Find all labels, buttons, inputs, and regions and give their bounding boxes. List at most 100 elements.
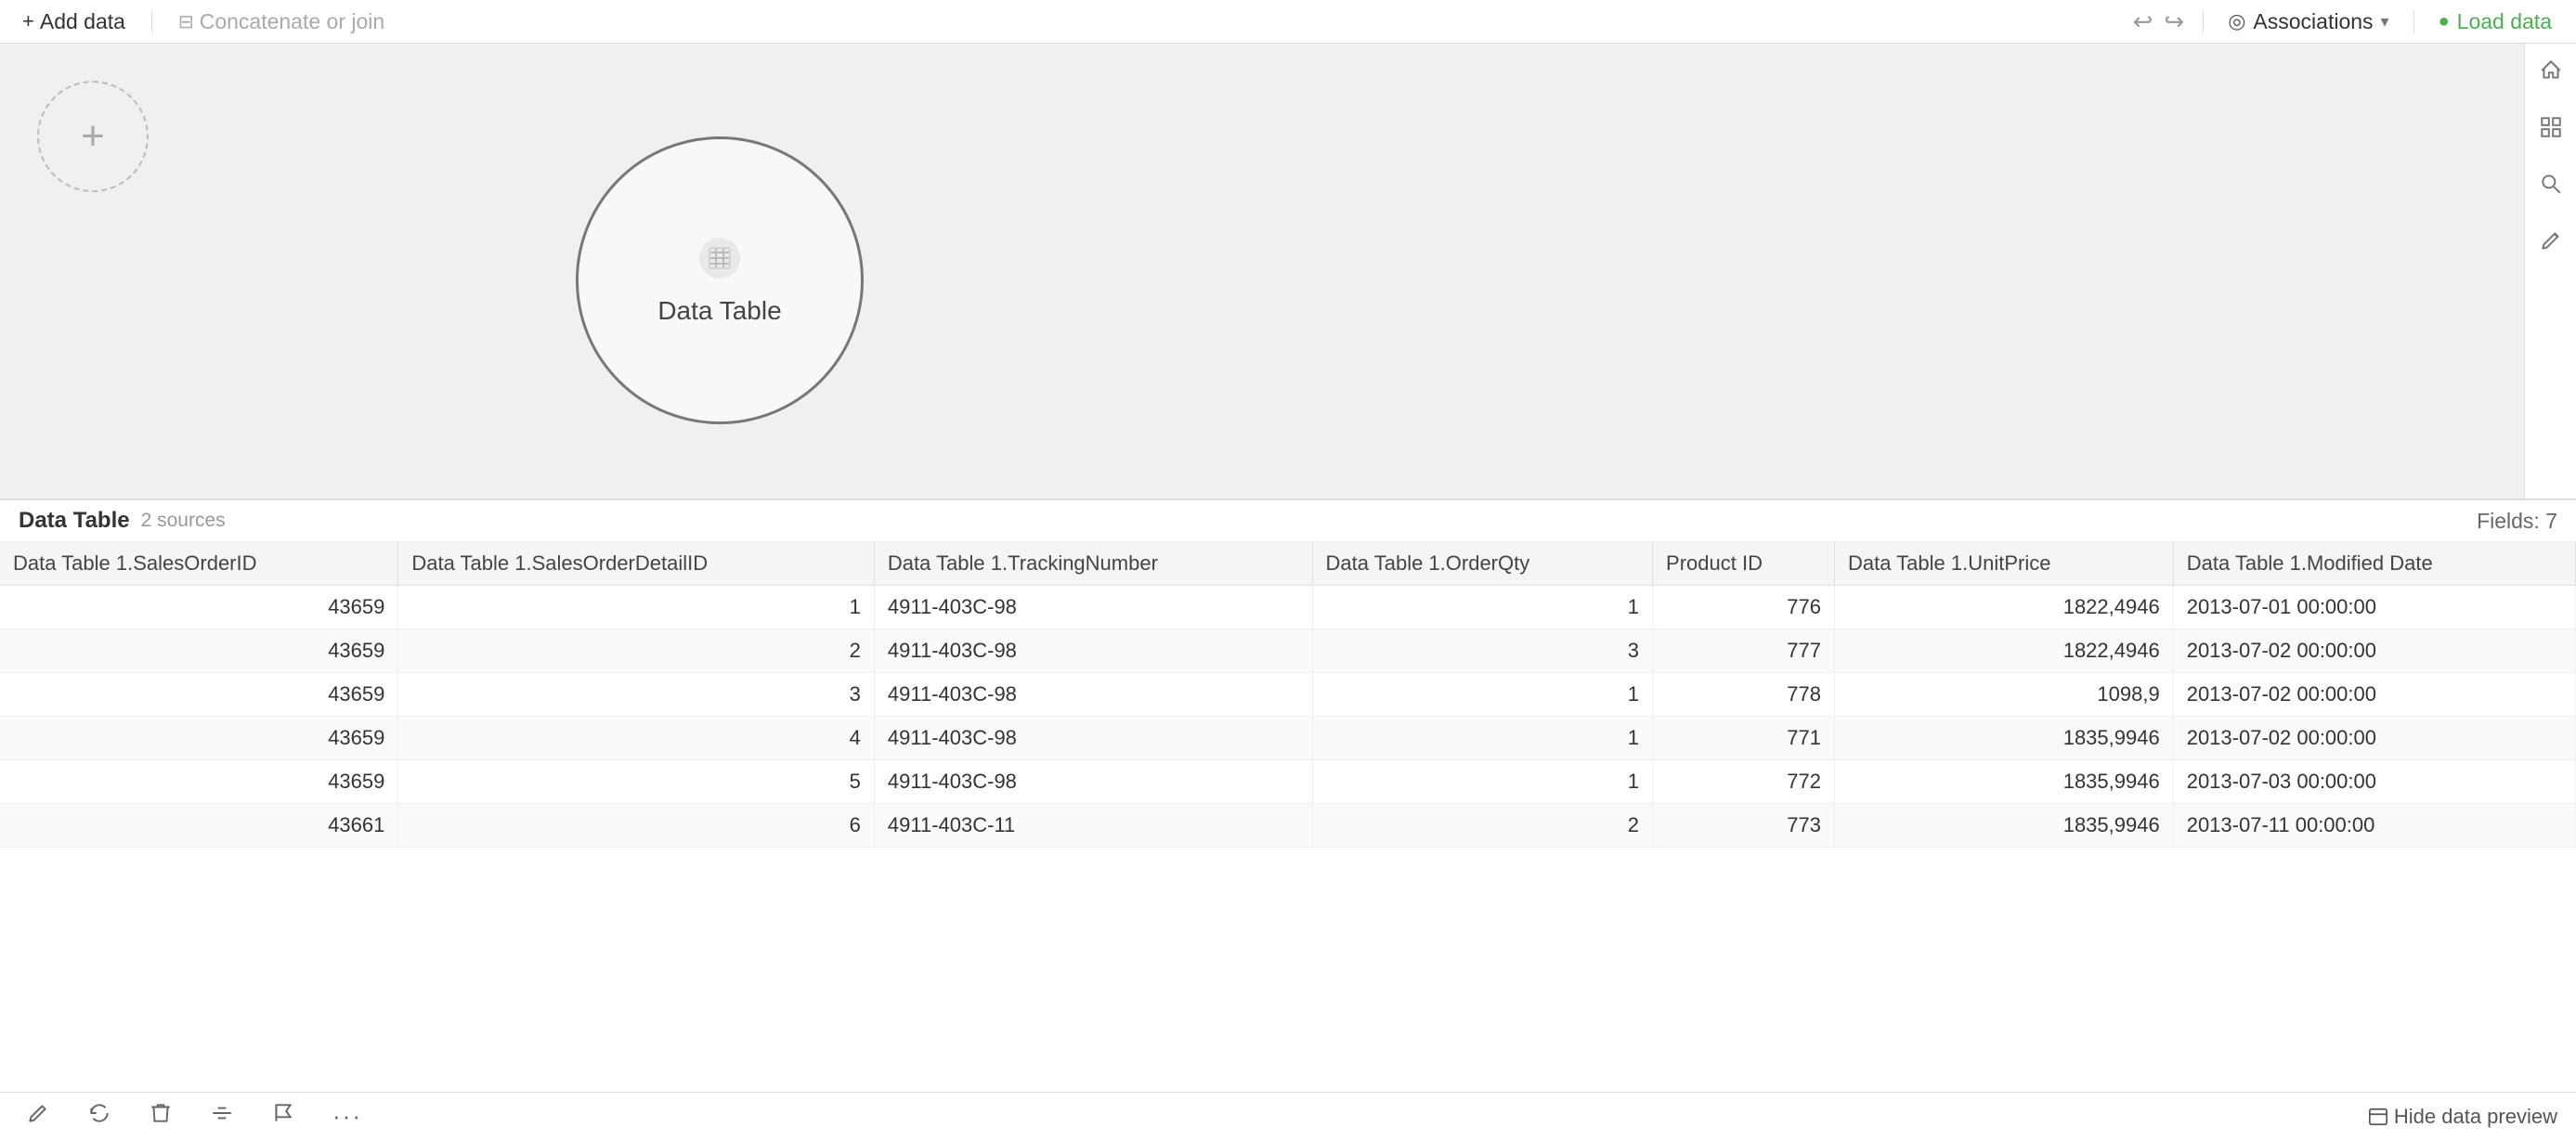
table-body: 4365914911-403C-9817761822,49462013-07-0… — [0, 586, 2576, 848]
table-cell: 4911-403C-98 — [874, 673, 1312, 717]
table-svg-icon — [697, 236, 742, 280]
table-cell: 3 — [1312, 629, 1653, 673]
table-row: 4365924911-403C-9837771822,49462013-07-0… — [0, 629, 2576, 673]
table-cell: 2013-07-02 00:00:00 — [2173, 629, 2575, 673]
redo-button[interactable]: ↪ — [2160, 4, 2188, 40]
search-icon-button[interactable] — [2535, 168, 2567, 206]
add-plus-icon: + — [81, 113, 105, 160]
fields-count-label: Fields: 7 — [2477, 509, 2557, 534]
toolbar-divider-2 — [2203, 10, 2204, 32]
grid-icon-button[interactable] — [2535, 111, 2567, 149]
column-header: Data Table 1.SalesOrderID — [0, 542, 398, 586]
split-icon — [210, 1101, 234, 1125]
table-cell: 4911-403C-98 — [874, 629, 1312, 673]
filter-button[interactable] — [202, 1097, 241, 1135]
table-cell: 1835,9946 — [1834, 717, 2173, 760]
table-cell: 3 — [398, 673, 875, 717]
undo-button[interactable]: ↩ — [2129, 4, 2157, 40]
hide-icon — [2368, 1107, 2388, 1127]
data-table-node-icon — [697, 236, 742, 287]
table-cell: 773 — [1653, 804, 1835, 848]
table-name-label: Data Table — [19, 508, 130, 534]
table-cell: 1 — [1312, 673, 1653, 717]
column-header: Data Table 1.Modified Date — [2173, 542, 2575, 586]
table-cell: 1835,9946 — [1834, 760, 2173, 804]
edit-fields-button[interactable] — [19, 1097, 58, 1135]
plus-icon: + — [22, 9, 34, 33]
table-cell: 43661 — [0, 804, 398, 848]
table-row: 4365914911-403C-9817761822,49462013-07-0… — [0, 586, 2576, 629]
home-icon-button[interactable] — [2535, 55, 2567, 93]
table-cell: 43659 — [0, 717, 398, 760]
table-cell: 1098,9 — [1834, 673, 2173, 717]
table-cell: 4911-403C-98 — [874, 586, 1312, 629]
table-cell: 1822,4946 — [1834, 586, 2173, 629]
table-cell: 4911-403C-98 — [874, 717, 1312, 760]
data-table: Data Table 1.SalesOrderIDData Table 1.Sa… — [0, 542, 2576, 848]
table-row: 4366164911-403C-1127731835,99462013-07-1… — [0, 804, 2576, 848]
table-toolbar-left: ··· — [19, 1097, 370, 1135]
load-data-label: Load data — [2457, 9, 2552, 34]
data-table-container: Data Table 1.SalesOrderIDData Table 1.Sa… — [0, 542, 2576, 1092]
table-cell: 43659 — [0, 760, 398, 804]
concatenate-button[interactable]: ⊟ Concatenate or join — [171, 6, 392, 38]
add-data-circle[interactable]: + — [37, 81, 149, 192]
table-cell: 1 — [1312, 760, 1653, 804]
bottom-panel: Data Table 2 sources Fields: 7 Data Tabl… — [0, 499, 2576, 1140]
hide-preview-button[interactable]: Hide data preview — [2368, 1105, 2557, 1129]
pencil-icon — [2539, 228, 2563, 253]
sources-badge: 2 sources — [141, 510, 226, 532]
table-row: 4365934911-403C-9817781098,92013-07-02 0… — [0, 673, 2576, 717]
pencil-icon-button[interactable] — [2535, 225, 2567, 263]
table-cell: 1835,9946 — [1834, 804, 2173, 848]
concatenate-label: Concatenate or join — [200, 9, 384, 34]
table-cell: 4911-403C-98 — [874, 760, 1312, 804]
edit-icon — [26, 1101, 50, 1125]
add-data-button[interactable]: + Add data — [15, 6, 133, 38]
table-cell: 2013-07-03 00:00:00 — [2173, 760, 2575, 804]
load-data-button[interactable]: ● Load data — [2429, 6, 2561, 38]
refresh-button[interactable] — [80, 1097, 119, 1135]
table-cell: 43659 — [0, 586, 398, 629]
table-cell: 5 — [398, 760, 875, 804]
table-cell: 776 — [1653, 586, 1835, 629]
toolbar-divider-1 — [151, 10, 152, 32]
table-toolbar: ··· Hide data preview — [0, 1092, 2576, 1140]
table-cell: 4911-403C-11 — [874, 804, 1312, 848]
table-cell: 1822,4946 — [1834, 629, 2173, 673]
bottom-panel-header: Data Table 2 sources Fields: 7 — [0, 500, 2576, 542]
home-icon — [2539, 58, 2563, 83]
toolbar-right: ↩ ↪ ◎ Associations ▾ ● Load data — [2129, 4, 2561, 40]
associations-button[interactable]: ◎ Associations ▾ — [2218, 6, 2398, 38]
column-header: Data Table 1.OrderQty — [1312, 542, 1653, 586]
table-cell: 6 — [398, 804, 875, 848]
data-table-node[interactable]: Data Table — [576, 136, 864, 424]
refresh-icon — [87, 1101, 111, 1125]
trash-icon — [149, 1101, 173, 1125]
table-cell: 2 — [398, 629, 875, 673]
eye-icon: ◎ — [2228, 9, 2245, 33]
chevron-down-icon: ▾ — [2381, 12, 2389, 32]
table-row: 4365944911-403C-9817711835,99462013-07-0… — [0, 717, 2576, 760]
hide-preview-label: Hide data preview — [2394, 1105, 2557, 1129]
table-cell: 778 — [1653, 673, 1835, 717]
bottom-panel-title-group: Data Table 2 sources — [19, 508, 226, 534]
table-cell: 771 — [1653, 717, 1835, 760]
more-icon: ··· — [332, 1102, 362, 1130]
grid-icon — [2539, 115, 2563, 139]
undo-redo-group: ↩ ↪ — [2129, 4, 2189, 40]
table-cell: 4 — [398, 717, 875, 760]
table-cell: 1 — [1312, 717, 1653, 760]
table-row: 4365954911-403C-9817721835,99462013-07-0… — [0, 760, 2576, 804]
more-options-button[interactable]: ··· — [325, 1097, 370, 1135]
table-cell: 2013-07-01 00:00:00 — [2173, 586, 2575, 629]
table-cell: 1 — [398, 586, 875, 629]
concatenate-icon: ⊟ — [178, 10, 194, 33]
column-header: Data Table 1.UnitPrice — [1834, 542, 2173, 586]
table-header-row: Data Table 1.SalesOrderIDData Table 1.Sa… — [0, 542, 2576, 586]
column-header: Data Table 1.TrackingNumber — [874, 542, 1312, 586]
flag-button[interactable] — [264, 1097, 303, 1135]
table-cell: 2013-07-02 00:00:00 — [2173, 717, 2575, 760]
add-data-label: Add data — [40, 9, 125, 34]
delete-button[interactable] — [141, 1097, 180, 1135]
